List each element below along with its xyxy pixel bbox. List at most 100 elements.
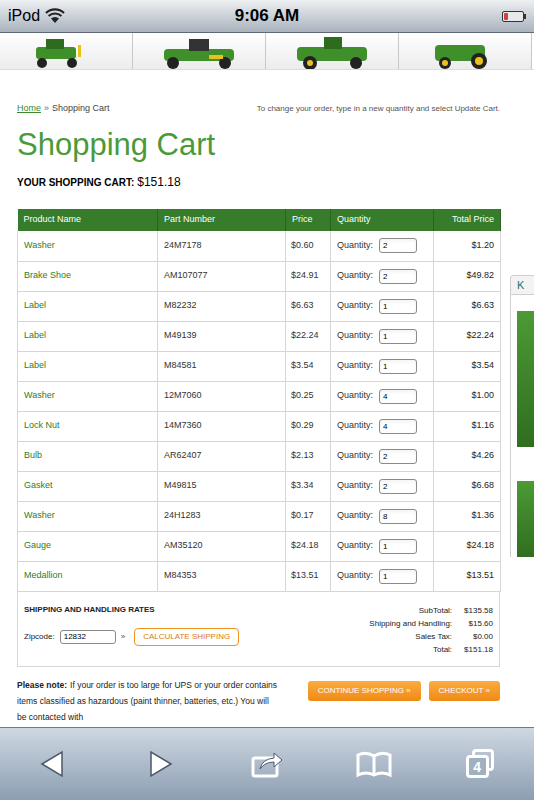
part-number-cell: AR62407: [158, 441, 286, 471]
product-cell: Lock Nut: [18, 411, 158, 441]
forward-button[interactable]: [135, 742, 185, 786]
product-link[interactable]: Washer: [24, 240, 55, 250]
table-head: Product NamePart NumberPriceQuantityTota…: [18, 209, 501, 231]
total-cell: $1.36: [434, 501, 501, 531]
product-link[interactable]: Lock Nut: [24, 420, 60, 430]
banner: [0, 33, 534, 70]
shipping-rates: SHIPPING AND HANDLING RATESZipcode:»CALC…: [24, 604, 239, 656]
quantity-input[interactable]: [379, 359, 417, 374]
quantity-group: Quantity:: [337, 389, 433, 404]
quantity-group: Quantity:: [337, 479, 433, 494]
part-number-cell: M82232: [158, 291, 286, 321]
product-link[interactable]: Medallion: [24, 570, 63, 580]
calculate-shipping-button[interactable]: CALCULATE SHIPPING: [134, 628, 239, 646]
shipping-heading: SHIPPING AND HANDLING RATES: [24, 604, 239, 616]
total-label: SubTotal:: [369, 604, 452, 617]
product-link[interactable]: Label: [24, 360, 46, 370]
product-link[interactable]: Bulb: [24, 450, 42, 460]
banner-image[interactable]: [0, 33, 133, 69]
quantity-label: Quantity:: [337, 329, 373, 343]
total-cell: $3.54: [434, 351, 501, 381]
quantity-label: Quantity:: [337, 359, 373, 373]
banner-image[interactable]: [266, 33, 399, 69]
product-cell: Label: [18, 291, 158, 321]
quantity-group: Quantity:: [337, 238, 433, 253]
tabs-button[interactable]: 4: [456, 742, 506, 786]
part-number-cell: M84581: [158, 351, 286, 381]
back-button[interactable]: [28, 742, 78, 786]
quantity-cell: Quantity:: [331, 261, 434, 291]
quantity-input[interactable]: [379, 539, 417, 554]
product-cell: Medallion: [18, 561, 158, 591]
quantity-input[interactable]: [379, 509, 417, 524]
table-row: BulbAR62407$2.13Quantity:$4.26: [18, 441, 501, 471]
product-link[interactable]: Gauge: [24, 540, 51, 550]
price-cell: $3.54: [286, 351, 331, 381]
table-row: LabelM84581$3.54Quantity:$3.54: [18, 351, 501, 381]
banner-image[interactable]: [399, 33, 532, 69]
breadcrumb-current: Shopping Cart: [52, 102, 110, 114]
part-number-cell: AM35120: [158, 531, 286, 561]
total-value: $151.18: [464, 643, 493, 656]
table-row: GaugeAM35120$24.18Quantity:$24.18: [18, 531, 501, 561]
bookmarks-button[interactable]: [349, 742, 399, 786]
price-cell: $0.17: [286, 501, 331, 531]
product-link[interactable]: Label: [24, 300, 46, 310]
home-link[interactable]: Home: [17, 102, 41, 114]
cart-table: Product NamePart NumberPriceQuantityTota…: [17, 209, 501, 592]
price-cell: $22.24: [286, 321, 331, 351]
total-label: Total:: [369, 643, 452, 656]
tabs-icon: 4: [466, 749, 496, 779]
breadcrumb-separator: »: [44, 102, 49, 114]
quantity-input[interactable]: [379, 569, 417, 584]
share-button[interactable]: [242, 742, 292, 786]
quantity-label: Quantity:: [337, 569, 373, 583]
continue-shopping-button[interactable]: CONTINUE SHOPPING »: [308, 681, 421, 701]
checkout-button[interactable]: CHECKOUT »: [429, 681, 500, 701]
part-number-cell: 14M7360: [158, 411, 286, 441]
quantity-input[interactable]: [379, 299, 417, 314]
product-cell: Brake Shoe: [18, 261, 158, 291]
product-link[interactable]: Brake Shoe: [24, 270, 71, 280]
product-link[interactable]: Washer: [24, 510, 55, 520]
quantity-input[interactable]: [379, 419, 417, 434]
quantity-group: Quantity:: [337, 449, 433, 464]
quantity-label: Quantity:: [337, 539, 373, 553]
product-link[interactable]: Gasket: [24, 480, 53, 490]
part-number-cell: 24H1283: [158, 501, 286, 531]
quantity-cell: Quantity:: [331, 351, 434, 381]
sidebar-tab[interactable]: K: [510, 275, 534, 295]
quantity-input[interactable]: [379, 269, 417, 284]
forward-icon: [145, 749, 175, 779]
sidebar-tab-label: K: [517, 277, 524, 294]
quantity-label: Quantity:: [337, 239, 373, 253]
quantity-input[interactable]: [379, 479, 417, 494]
sidebar-image[interactable]: [517, 481, 534, 557]
quantity-cell: Quantity:: [331, 561, 434, 591]
web-page: Home»Shopping CartTo change your order, …: [0, 33, 534, 727]
quantity-input[interactable]: [379, 389, 417, 404]
quantity-input[interactable]: [379, 449, 417, 464]
quantity-input[interactable]: [379, 238, 417, 253]
table-row: LabelM82232$6.63Quantity:$6.63: [18, 291, 501, 321]
product-link[interactable]: Washer: [24, 390, 55, 400]
order-totals: SubTotal:$135.58Shipping and Handling:$1…: [369, 604, 493, 656]
mower-icon: [282, 33, 382, 70]
table-row: Washer24H1283$0.17Quantity:$1.36: [18, 501, 501, 531]
part-number-cell: M84353: [158, 561, 286, 591]
quantity-input[interactable]: [379, 329, 417, 344]
part-number-cell: M49139: [158, 321, 286, 351]
total-cell: $6.68: [434, 471, 501, 501]
price-cell: $24.18: [286, 531, 331, 561]
total-cell: $13.51: [434, 561, 501, 591]
banner-image[interactable]: [133, 33, 266, 69]
zip-input[interactable]: [60, 630, 116, 644]
total-cell: $49.82: [434, 261, 501, 291]
quantity-cell: Quantity:: [331, 531, 434, 561]
quantity-cell: Quantity:: [331, 381, 434, 411]
total-cell: $24.18: [434, 531, 501, 561]
breadcrumb: Home»Shopping Cart: [17, 102, 110, 114]
quantity-cell: Quantity:: [331, 441, 434, 471]
sidebar-image[interactable]: [517, 311, 534, 447]
product-link[interactable]: Label: [24, 330, 46, 340]
